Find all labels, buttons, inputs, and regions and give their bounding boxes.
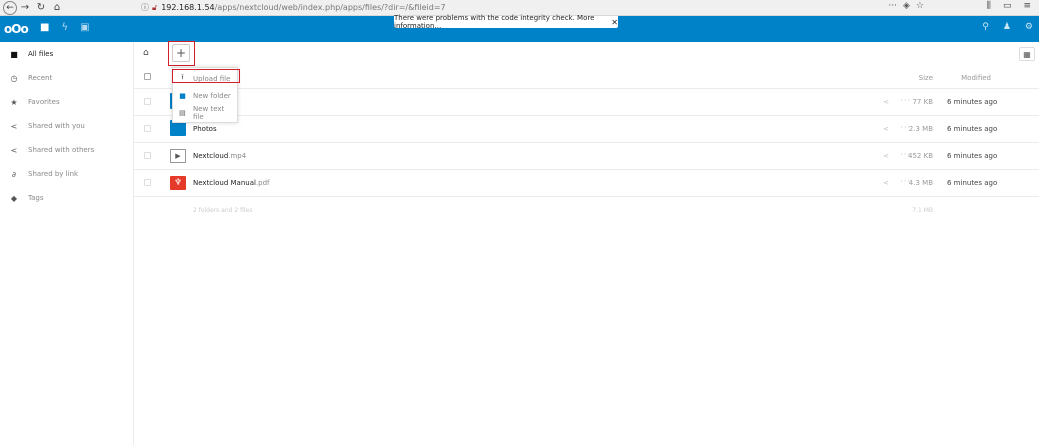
url-path: /apps/nextcloud/web/index.php/apps/files… xyxy=(214,3,446,12)
insecure-lock-icon: 🔓︎ xyxy=(152,2,158,12)
info-icon: ⓘ xyxy=(141,3,149,12)
sidebar-item-label: Recent xyxy=(28,74,53,82)
gallery-app-icon[interactable]: ▣ xyxy=(80,22,89,33)
table-row[interactable]: ♆ Nextcloud Manual.pdf < ··· 4.3 MB 6 mi… xyxy=(134,170,1039,197)
text-file-icon: ▤ xyxy=(179,108,186,117)
library-icon[interactable]: ⫼ xyxy=(987,1,991,11)
contacts-icon[interactable]: ♟ xyxy=(1003,22,1011,32)
summary-size: 7.1 MB xyxy=(912,207,933,214)
new-button[interactable]: + xyxy=(172,44,190,62)
row-checkbox[interactable] xyxy=(144,125,151,132)
sidebar-item-label: All files xyxy=(28,50,54,58)
files-main: ⌂ + ▦ Size Modified < ··· 77 KB 6 minute… xyxy=(134,41,1039,445)
folder-icon: ■ xyxy=(10,49,18,59)
sidebar-item-favorites[interactable]: ★ Favorites xyxy=(0,90,133,114)
settings-gear-icon[interactable]: ⚙ xyxy=(1025,22,1033,32)
share-icon[interactable]: < xyxy=(883,152,889,160)
url-bar[interactable]: ⓘ 🔓︎ 192.168.1.54/apps/nextcloud/web/ind… xyxy=(141,1,901,14)
select-all-checkbox[interactable] xyxy=(144,73,151,80)
table-row[interactable]: < ··· 77 KB 6 minutes ago xyxy=(134,89,1039,116)
home-browser-icon[interactable]: ⌂ xyxy=(49,1,65,15)
sidebar-item-shared-with-others[interactable]: < Shared with others xyxy=(0,138,133,162)
sidebar-item-tags[interactable]: ◆ Tags xyxy=(0,186,133,210)
close-icon[interactable]: ✕ xyxy=(611,18,618,27)
share-icon: < xyxy=(10,145,18,155)
file-list: Size Modified < ··· 77 KB 6 minutes ago … xyxy=(134,66,1039,224)
back-icon[interactable]: ← xyxy=(3,0,17,15)
file-size: 77 KB xyxy=(912,98,933,106)
menu-item-new-folder[interactable]: ■ New folder xyxy=(173,87,237,104)
nextcloud-logo[interactable]: oOo xyxy=(4,22,29,36)
navigation-sidebar: ■ All files ◷ Recent ★ Favorites < Share… xyxy=(0,42,134,445)
menu-item-label: New folder xyxy=(193,91,231,100)
menu-icon[interactable]: ≡ xyxy=(1023,1,1031,11)
share-icon[interactable]: < xyxy=(883,179,889,187)
size-column-header[interactable]: Size xyxy=(919,74,933,82)
search-icon[interactable]: ⚲ xyxy=(982,22,989,32)
sidebar-item-all-files[interactable]: ■ All files xyxy=(0,42,133,66)
files-app-icon[interactable]: ■ xyxy=(40,22,49,33)
sidebar-item-shared-by-link[interactable]: ∂ Shared by link xyxy=(0,162,133,186)
tag-icon: ◆ xyxy=(10,193,18,203)
file-size: 2.3 MB xyxy=(908,125,933,133)
table-row[interactable]: ▶ Nextcloud.mp4 < ··· 452 KB 6 minutes a… xyxy=(134,143,1039,170)
sidebar-item-label: Shared by link xyxy=(28,170,79,178)
row-checkbox[interactable] xyxy=(144,179,151,186)
clock-icon: ◷ xyxy=(10,73,18,83)
home-icon[interactable]: ⌂ xyxy=(143,48,149,58)
bookmark-star-icon[interactable]: ☆ xyxy=(916,1,924,11)
sidebar-item-label: Tags xyxy=(28,194,44,202)
share-icon[interactable]: < xyxy=(883,125,889,133)
app-header: oOo ■ ϟ ▣ There were problems with the c… xyxy=(0,14,1039,42)
folder-icon: ■ xyxy=(179,91,186,100)
sidebar-item-label: Favorites xyxy=(28,98,60,106)
star-icon: ★ xyxy=(10,97,18,107)
sidebar-item-shared-with-you[interactable]: < Shared with you xyxy=(0,114,133,138)
file-name[interactable]: Photos xyxy=(193,125,217,133)
plus-icon: + xyxy=(175,46,187,60)
sidebar-item-label: Shared with others xyxy=(28,146,95,154)
file-list-summary: 2 folders and 2 files 7.1 MB xyxy=(134,197,1039,224)
reload-icon[interactable]: ↻ xyxy=(33,1,49,15)
more-actions-icon[interactable]: ··· xyxy=(900,96,911,105)
file-modified: 6 minutes ago xyxy=(947,98,998,106)
share-icon[interactable]: < xyxy=(883,98,889,106)
row-checkbox[interactable] xyxy=(144,152,151,159)
sidebar-item-recent[interactable]: ◷ Recent xyxy=(0,66,133,90)
summary-text: 2 folders and 2 files xyxy=(193,207,253,214)
grid-view-icon[interactable]: ▦ xyxy=(1019,47,1035,61)
file-modified: 6 minutes ago xyxy=(947,179,998,187)
file-size: 4.3 MB xyxy=(908,179,933,187)
video-file-icon: ▶ xyxy=(170,149,186,163)
pocket-icon[interactable]: ◈ xyxy=(903,1,910,11)
menu-item-label: New text file xyxy=(192,104,225,121)
app-menu: ■ ϟ ▣ xyxy=(40,22,90,33)
sidebar-toggle-icon[interactable]: ▭ xyxy=(1003,1,1012,11)
pdf-file-icon: ♆ xyxy=(170,176,186,190)
folder-icon xyxy=(170,120,186,136)
file-list-header: Size Modified xyxy=(134,66,1039,89)
sidebar-item-label: Shared with you xyxy=(28,122,85,130)
file-size: 452 KB xyxy=(908,152,933,160)
row-checkbox[interactable] xyxy=(144,98,151,105)
activity-app-icon[interactable]: ϟ xyxy=(61,22,68,33)
page-actions-icon[interactable]: ··· xyxy=(888,1,897,11)
url-host: 192.168.1.54 xyxy=(161,3,215,12)
link-icon: ∂ xyxy=(11,169,17,179)
file-modified: 6 minutes ago xyxy=(947,152,998,160)
table-row[interactable]: Photos < ··· 2.3 MB 6 minutes ago xyxy=(134,116,1039,143)
breadcrumb: ⌂ + ▦ xyxy=(134,41,1039,66)
menu-item-new-text-file[interactable]: ▤ New text file xyxy=(173,104,237,121)
modified-column-header[interactable]: Modified xyxy=(961,74,991,82)
forward-icon[interactable]: → xyxy=(17,1,33,15)
upload-file-highlight xyxy=(172,69,240,83)
file-name[interactable]: Nextcloud.mp4 xyxy=(193,152,246,160)
share-icon: < xyxy=(10,121,18,131)
integrity-warning[interactable]: There were problems with the code integr… xyxy=(394,14,618,30)
integrity-warning-text: There were problems with the code integr… xyxy=(394,14,595,30)
file-name[interactable]: Nextcloud Manual.pdf xyxy=(193,179,270,187)
file-modified: 6 minutes ago xyxy=(947,125,998,133)
